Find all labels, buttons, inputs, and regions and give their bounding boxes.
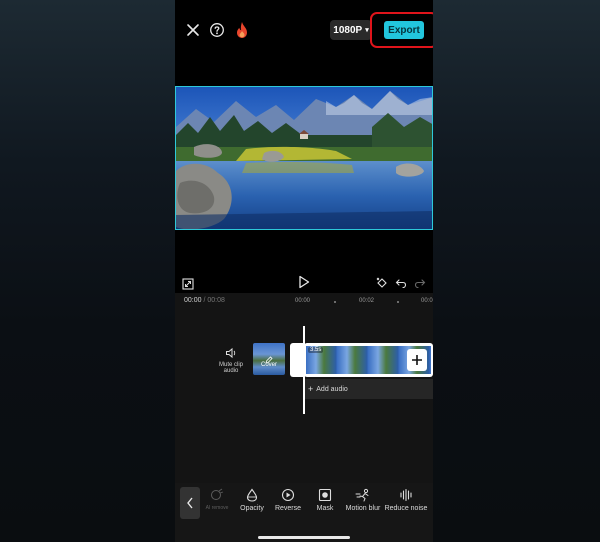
tool-label: Reduce noise bbox=[384, 505, 428, 512]
tool-mask[interactable]: Mask bbox=[310, 488, 340, 512]
tool-opacity[interactable]: Opacity bbox=[237, 488, 267, 512]
back-button[interactable] bbox=[180, 487, 200, 519]
tool-reverse[interactable]: Reverse bbox=[273, 488, 303, 512]
tool-label: Reverse bbox=[274, 505, 302, 512]
tool-label: Motion blur bbox=[345, 505, 381, 512]
fullscreen-icon[interactable] bbox=[182, 277, 194, 290]
resolution-dropdown[interactable]: 1080P ▾ bbox=[330, 20, 372, 40]
chevron-left-icon bbox=[187, 497, 193, 509]
ai-remove-icon bbox=[211, 488, 224, 500]
cover-button[interactable]: Cover bbox=[253, 343, 285, 375]
plus-icon bbox=[412, 355, 422, 365]
ruler-dot bbox=[397, 301, 399, 303]
play-icon[interactable] bbox=[298, 275, 310, 289]
landscape-image bbox=[176, 87, 432, 229]
home-indicator bbox=[258, 536, 350, 539]
add-clip-button[interactable] bbox=[407, 349, 427, 371]
clip-start-handle[interactable] bbox=[290, 343, 304, 377]
ruler-tick-2: 00:0 bbox=[421, 298, 433, 304]
ruler-tick-0: 00:00 bbox=[295, 298, 311, 304]
tool-ai-remove[interactable]: AI remove bbox=[202, 488, 232, 511]
mute-clip-audio-button[interactable]: Mute clip audio bbox=[217, 346, 245, 376]
tool-motion-blur[interactable]: Motion blur bbox=[343, 488, 383, 512]
add-audio-track[interactable]: + Add audio bbox=[304, 379, 433, 399]
edit-icon bbox=[265, 351, 273, 364]
cover-label: Cover bbox=[260, 362, 277, 368]
video-preview[interactable] bbox=[175, 86, 433, 230]
add-audio-label: Add audio bbox=[316, 385, 348, 393]
help-icon[interactable] bbox=[209, 22, 225, 38]
tool-label: Opacity bbox=[240, 505, 264, 512]
keyframe-icon[interactable] bbox=[375, 276, 389, 290]
plus-icon: + bbox=[308, 383, 314, 394]
undo-icon[interactable] bbox=[395, 276, 407, 289]
resolution-label: 1080P bbox=[333, 24, 363, 36]
tool-label: AI remove bbox=[205, 505, 229, 511]
tool-reduce-noise[interactable]: Reduce noise bbox=[384, 488, 428, 512]
speaker-icon bbox=[225, 346, 237, 359]
total-time: 00:08 bbox=[207, 297, 225, 304]
flame-icon[interactable] bbox=[235, 21, 249, 39]
editor-screen: 1080P ▾ Export 00:00 / 00:08 00:00 00:02… bbox=[175, 0, 433, 542]
ruler-tick-1: 00:02 bbox=[359, 298, 375, 304]
current-time: 00:00 bbox=[184, 297, 202, 304]
right-blurred-background bbox=[433, 0, 600, 542]
left-blurred-background bbox=[0, 0, 175, 542]
ruler-dot bbox=[334, 301, 336, 303]
mute-label-line2: audio bbox=[223, 368, 239, 375]
tool-label: Mask bbox=[316, 505, 334, 512]
reduce-noise-icon bbox=[400, 488, 412, 502]
playhead[interactable] bbox=[303, 326, 305, 414]
time-separator: / bbox=[203, 297, 206, 304]
mask-icon bbox=[318, 488, 332, 502]
clip-duration: 3.5s bbox=[308, 347, 324, 353]
motion-blur-icon bbox=[355, 488, 369, 502]
redo-icon[interactable] bbox=[414, 276, 426, 289]
opacity-icon bbox=[246, 488, 258, 502]
reverse-icon bbox=[281, 488, 295, 502]
time-display: 00:00 / 00:08 bbox=[184, 297, 225, 304]
close-icon[interactable] bbox=[185, 22, 201, 38]
chevron-down-icon: ▾ bbox=[365, 27, 369, 34]
export-highlight-box bbox=[370, 12, 433, 48]
